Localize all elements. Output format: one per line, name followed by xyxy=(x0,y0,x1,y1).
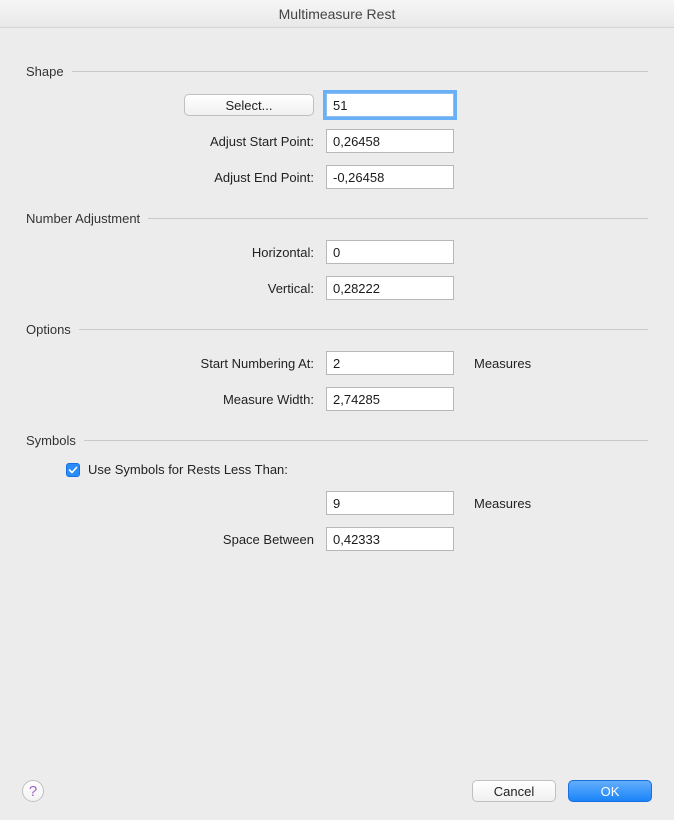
section-title-options: Options xyxy=(26,322,71,337)
row-use-symbols: Use Symbols for Rests Less Than: xyxy=(66,462,648,477)
row-horizontal: Horizontal: xyxy=(26,240,648,264)
section-header-shape: Shape xyxy=(26,64,648,79)
vertical-input[interactable] xyxy=(326,276,454,300)
section-title-shape: Shape xyxy=(26,64,64,79)
symbols-threshold-input[interactable] xyxy=(326,491,454,515)
adjust-end-label: Adjust End Point: xyxy=(26,170,326,185)
section-rule xyxy=(79,329,648,330)
start-numbering-suffix: Measures xyxy=(458,356,531,371)
row-measure-width: Measure Width: xyxy=(26,387,648,411)
shape-id-input[interactable] xyxy=(326,93,454,117)
space-between-input[interactable] xyxy=(326,527,454,551)
cancel-button[interactable]: Cancel xyxy=(472,780,556,802)
measure-width-input[interactable] xyxy=(326,387,454,411)
horizontal-label: Horizontal: xyxy=(26,245,326,260)
dialog-content: Shape Select... Adjust Start Point: Adju… xyxy=(0,28,674,551)
section-rule xyxy=(148,218,648,219)
row-shape-select: Select... xyxy=(26,93,648,117)
measure-width-label: Measure Width: xyxy=(26,392,326,407)
row-adjust-start: Adjust Start Point: xyxy=(26,129,648,153)
horizontal-input[interactable] xyxy=(326,240,454,264)
row-vertical: Vertical: xyxy=(26,276,648,300)
section-header-options: Options xyxy=(26,322,648,337)
section-header-number-adjustment: Number Adjustment xyxy=(26,211,648,226)
symbols-threshold-suffix: Measures xyxy=(458,496,531,511)
row-adjust-end: Adjust End Point: xyxy=(26,165,648,189)
ok-button[interactable]: OK xyxy=(568,780,652,802)
adjust-start-label: Adjust Start Point: xyxy=(26,134,326,149)
help-button[interactable]: ? xyxy=(22,780,44,802)
start-numbering-label: Start Numbering At: xyxy=(26,356,326,371)
row-start-numbering: Start Numbering At: Measures xyxy=(26,351,648,375)
start-numbering-input[interactable] xyxy=(326,351,454,375)
dialog-title: Multimeasure Rest xyxy=(0,0,674,28)
use-symbols-checkbox[interactable] xyxy=(66,463,80,477)
row-symbols-threshold: Measures xyxy=(26,491,648,515)
section-title-symbols: Symbols xyxy=(26,433,76,448)
row-space-between: Space Between xyxy=(26,527,648,551)
space-between-label: Space Between xyxy=(26,532,326,547)
vertical-label: Vertical: xyxy=(26,281,326,296)
section-rule xyxy=(72,71,648,72)
use-symbols-label: Use Symbols for Rests Less Than: xyxy=(88,462,288,477)
section-header-symbols: Symbols xyxy=(26,433,648,448)
section-rule xyxy=(84,440,648,441)
section-title-number-adjustment: Number Adjustment xyxy=(26,211,140,226)
checkmark-icon xyxy=(68,465,78,475)
adjust-end-input[interactable] xyxy=(326,165,454,189)
select-shape-button[interactable]: Select... xyxy=(184,94,314,116)
dialog-footer: ? Cancel OK xyxy=(0,780,674,802)
adjust-start-input[interactable] xyxy=(326,129,454,153)
